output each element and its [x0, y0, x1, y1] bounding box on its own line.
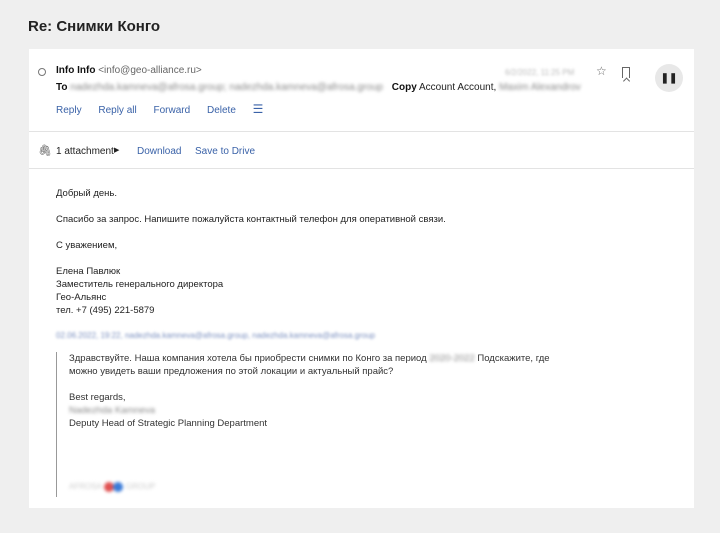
expand-triangle-icon[interactable]: ▶ — [114, 146, 119, 154]
paperclip-icon: 🖇 — [38, 145, 52, 157]
quote-header: 02.06.2022, 19:22, nadezhda.kamneva@afro… — [56, 331, 376, 340]
forward-button[interactable]: Forward — [154, 105, 191, 116]
more-menu-icon[interactable]: ☰ — [253, 102, 264, 116]
logo-mark-icon — [103, 481, 124, 492]
download-link[interactable]: Download — [137, 146, 181, 157]
bookmark-icon[interactable] — [622, 67, 630, 78]
signature-company: Гео-Альянс — [56, 292, 107, 303]
quote-period-blurred: 2020-2022 — [429, 353, 475, 364]
attachments-bar: 🖇 1 attachment ▶ Download Save to Drive — [29, 133, 694, 169]
pause-button[interactable]: ❚❚ — [655, 64, 683, 92]
to-label: To — [56, 82, 68, 93]
quote-line1-a: Здравствуйте. Наша компания хотела бы пр… — [69, 353, 427, 364]
message-header: Info Info <info@geo-alliance.ru> 6/2/202… — [29, 49, 694, 132]
greeting: Добрый день. — [56, 188, 117, 199]
quote-sender-role: Deputy Head of Strategic Planning Depart… — [69, 418, 268, 429]
star-icon[interactable]: ☆ — [596, 64, 607, 78]
reply-button[interactable]: Reply — [56, 105, 82, 116]
pause-icon: ❚❚ — [660, 72, 678, 84]
sender-address: <info@geo-alliance.ru> — [98, 65, 202, 76]
quoted-message: Здравствуйте. Наша компания хотела бы пр… — [56, 352, 656, 497]
signature-title: Заместитель генерального директора — [56, 279, 224, 290]
company-logo: AFROSA GROUP — [69, 481, 156, 492]
copy-recipient-blurred[interactable]: Maxim Alexandrov — [499, 82, 581, 93]
message-actions: Reply Reply all Forward Delete ☰ — [56, 102, 277, 116]
quote-line1-b: Подскажите, где — [477, 353, 550, 364]
attachment-count[interactable]: 1 attachment — [56, 146, 114, 157]
message-date: 6/2/2022, 11:25 PM — [505, 68, 575, 77]
copy-recipient[interactable]: Account Account, — [419, 82, 496, 93]
reply-all-button[interactable]: Reply all — [98, 105, 136, 116]
recipients-row: To nadezhda.kamneva@afrosa.group; nadezh… — [56, 82, 581, 93]
regards: С уважением, — [56, 240, 118, 251]
email-card: Info Info <info@geo-alliance.ru> 6/2/202… — [29, 49, 694, 508]
sender-name: Info Info — [56, 65, 96, 76]
signature-phone: тел. +7 (495) 221-5879 — [56, 305, 155, 316]
copy-label: Copy — [391, 82, 417, 93]
message-body: Добрый день. Спасибо за запрос. Напишите… — [56, 187, 676, 317]
quote-line2: можно увидеть ваши предложения по этой л… — [69, 366, 394, 377]
signature-name: Елена Павлюк — [56, 266, 121, 277]
save-to-drive-link[interactable]: Save to Drive — [195, 146, 255, 157]
quote-sender-name: Nadezhda Kamneva — [69, 405, 156, 416]
email-subject: Re: Снимки Конго — [28, 18, 161, 35]
body-line: Спасибо за запрос. Напишите пожалуйста к… — [56, 214, 446, 225]
quote-best-regards: Best regards, — [69, 392, 126, 403]
delete-button[interactable]: Delete — [207, 105, 236, 116]
select-radio[interactable] — [38, 68, 46, 76]
to-recipients[interactable]: nadezhda.kamneva@afrosa.group; nadezhda.… — [70, 82, 383, 93]
sender[interactable]: Info Info <info@geo-alliance.ru> — [56, 65, 202, 76]
